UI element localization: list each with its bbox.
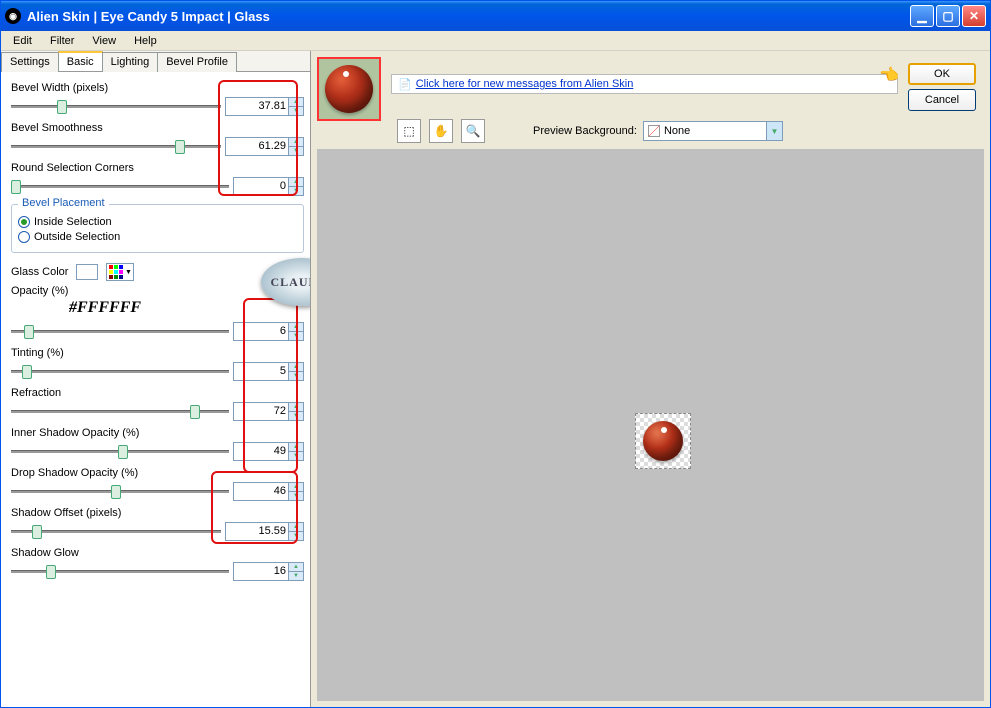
tinting-slider[interactable] bbox=[11, 361, 229, 381]
minimize-button[interactable]: ▁ bbox=[910, 5, 934, 27]
menubar: Edit Filter View Help bbox=[1, 31, 990, 51]
opacity-input[interactable] bbox=[233, 322, 289, 341]
inner-shadow-slider[interactable] bbox=[11, 441, 229, 461]
preview-thumbnail[interactable] bbox=[317, 57, 381, 121]
bevel-placement-group: Bevel Placement Inside Selection Outside… bbox=[11, 204, 304, 253]
tab-lighting[interactable]: Lighting bbox=[102, 52, 159, 72]
tab-settings[interactable]: Settings bbox=[1, 52, 59, 72]
menu-help[interactable]: Help bbox=[126, 33, 165, 49]
round-corners-spinner[interactable]: ▲▼ bbox=[289, 177, 304, 196]
round-corners-input[interactable] bbox=[233, 177, 289, 196]
param-round-corners: Round Selection Corners ▲▼ bbox=[11, 162, 304, 196]
param-drop-shadow: Drop Shadow Opacity (%) ▲▼ bbox=[11, 467, 304, 501]
bevel-smoothness-spinner[interactable]: ▲▼ bbox=[289, 137, 304, 156]
message-link-bar: 📄 Click here for new messages from Alien… bbox=[391, 74, 898, 94]
maximize-button[interactable]: ▢ bbox=[936, 5, 960, 27]
bevel-smoothness-input[interactable] bbox=[225, 137, 289, 156]
inner-shadow-input[interactable] bbox=[233, 442, 289, 461]
cancel-button[interactable]: Cancel bbox=[908, 89, 976, 111]
refraction-spinner[interactable]: ▲▼ bbox=[289, 402, 304, 421]
glass-color-swatch[interactable] bbox=[76, 264, 98, 280]
flag-icon: 📄 bbox=[398, 78, 412, 91]
preview-toolbar: ⬚ ✋ 🔍 Preview Background: None ▼ bbox=[391, 117, 984, 149]
preview-area: 📄 Click here for new messages from Alien… bbox=[311, 51, 990, 707]
hand-tool-icon[interactable]: ✋ bbox=[429, 119, 453, 143]
basic-panel: Bevel Width (pixels) ▲▼ Bevel Smoothness… bbox=[1, 72, 310, 707]
zoom-tool-icon[interactable]: 🔍 bbox=[461, 119, 485, 143]
bevel-width-slider[interactable] bbox=[11, 96, 221, 116]
round-corners-slider[interactable] bbox=[11, 176, 229, 196]
tinting-input[interactable] bbox=[233, 362, 289, 381]
tabs: Settings Basic Lighting Bevel Profile bbox=[1, 51, 310, 72]
app-icon: ◉ bbox=[5, 8, 21, 24]
menu-view[interactable]: View bbox=[84, 33, 124, 49]
preview-top: 📄 Click here for new messages from Alien… bbox=[311, 51, 990, 149]
content: Settings Basic Lighting Bevel Profile Be… bbox=[1, 51, 990, 707]
none-swatch-icon bbox=[648, 125, 660, 137]
param-shadow-offset: Shadow Offset (pixels) ▲▼ bbox=[11, 507, 304, 541]
hand-icon: 👉 bbox=[880, 65, 900, 85]
drop-shadow-slider[interactable] bbox=[11, 481, 229, 501]
shadow-offset-input[interactable] bbox=[225, 522, 289, 541]
pointer-tool-icon[interactable]: ⬚ bbox=[397, 119, 421, 143]
hex-annotation: #FFFFFF bbox=[69, 299, 304, 317]
param-tinting: Tinting (%) ▲▼ bbox=[11, 347, 304, 381]
preview-bg-label: Preview Background: bbox=[533, 125, 637, 137]
tab-basic[interactable]: Basic bbox=[58, 51, 103, 71]
shadow-offset-spinner[interactable]: ▲▼ bbox=[289, 522, 304, 541]
bevel-smoothness-slider[interactable] bbox=[11, 136, 221, 156]
opacity-slider[interactable] bbox=[11, 321, 229, 341]
param-bevel-smoothness: Bevel Smoothness ▲▼ bbox=[11, 122, 304, 156]
glass-color-row: Glass Color ▼ bbox=[11, 263, 304, 281]
preview-canvas[interactable] bbox=[317, 149, 984, 701]
titlebar: ◉ Alien Skin | Eye Candy 5 Impact | Glas… bbox=[1, 1, 990, 31]
param-bevel-width: Bevel Width (pixels) ▲▼ bbox=[11, 82, 304, 116]
chevron-down-icon: ▼ bbox=[766, 122, 782, 140]
menu-edit[interactable]: Edit bbox=[5, 33, 40, 49]
ok-button[interactable]: 👉OK bbox=[908, 63, 976, 85]
shadow-glow-slider[interactable] bbox=[11, 561, 229, 581]
window-title: Alien Skin | Eye Candy 5 Impact | Glass bbox=[27, 9, 270, 24]
bevel-width-spinner[interactable]: ▲▼ bbox=[289, 97, 304, 116]
button-column: 👉OK Cancel bbox=[908, 57, 984, 111]
inner-shadow-spinner[interactable]: ▲▼ bbox=[289, 442, 304, 461]
refraction-slider[interactable] bbox=[11, 401, 229, 421]
preview-bg-dropdown[interactable]: None ▼ bbox=[643, 121, 783, 141]
shadow-glow-spinner[interactable]: ▲▼ bbox=[289, 562, 304, 581]
radio-inside-selection[interactable]: Inside Selection bbox=[18, 216, 297, 228]
param-opacity: Opacity (%) #FFFFFF ▲▼ bbox=[11, 285, 304, 341]
param-shadow-glow: Shadow Glow ▲▼ bbox=[11, 547, 304, 581]
drop-shadow-spinner[interactable]: ▲▼ bbox=[289, 482, 304, 501]
param-refraction: Refraction ▲▼ bbox=[11, 387, 304, 421]
menu-filter[interactable]: Filter bbox=[42, 33, 82, 49]
color-palette-button[interactable]: ▼ bbox=[106, 263, 134, 281]
close-button[interactable]: ✕ bbox=[962, 5, 986, 27]
shadow-offset-slider[interactable] bbox=[11, 521, 221, 541]
opacity-spinner[interactable]: ▲▼ bbox=[289, 322, 304, 341]
tinting-spinner[interactable]: ▲▼ bbox=[289, 362, 304, 381]
preview-object bbox=[639, 417, 687, 465]
refraction-input[interactable] bbox=[233, 402, 289, 421]
param-inner-shadow: Inner Shadow Opacity (%) ▲▼ bbox=[11, 427, 304, 461]
message-link[interactable]: Click here for new messages from Alien S… bbox=[416, 78, 634, 90]
tab-bevel-profile[interactable]: Bevel Profile bbox=[157, 52, 237, 72]
app-window: ◉ Alien Skin | Eye Candy 5 Impact | Glas… bbox=[0, 0, 991, 708]
bevel-width-input[interactable] bbox=[225, 97, 289, 116]
shadow-glow-input[interactable] bbox=[233, 562, 289, 581]
drop-shadow-input[interactable] bbox=[233, 482, 289, 501]
sidebar: Settings Basic Lighting Bevel Profile Be… bbox=[1, 51, 311, 707]
radio-outside-selection[interactable]: Outside Selection bbox=[18, 231, 297, 243]
